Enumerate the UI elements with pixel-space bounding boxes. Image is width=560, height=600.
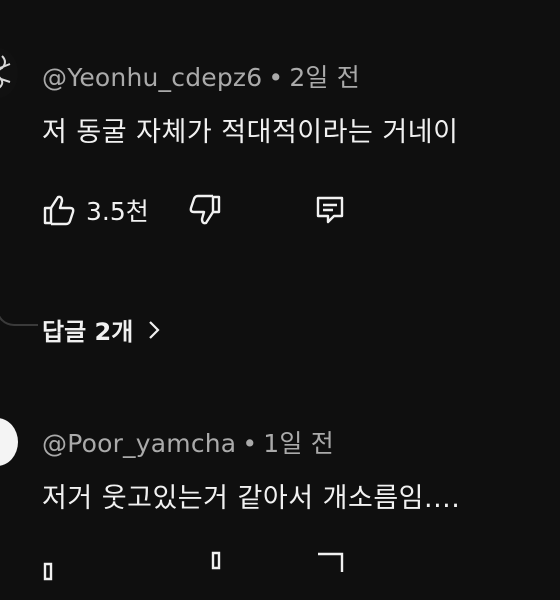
comment-actions-2 bbox=[0, 550, 560, 600]
dislike-button[interactable] bbox=[188, 550, 222, 582]
comment-meta-2: @Poor_yamcha • 1일 전 bbox=[42, 424, 334, 460]
dislike-icon bbox=[211, 551, 221, 570]
avatar-2[interactable] bbox=[0, 418, 18, 466]
like-button[interactable] bbox=[42, 550, 76, 582]
like-icon bbox=[43, 562, 53, 581]
reply-icon bbox=[318, 552, 344, 572]
comment-time: 1일 전 bbox=[263, 429, 334, 458]
author-name[interactable]: @Poor_yamcha bbox=[42, 429, 236, 458]
separator-dot: • bbox=[242, 429, 258, 458]
reply-button[interactable] bbox=[314, 550, 346, 582]
comment-text: 저거 웃고있는거 같아서 개소름임.... bbox=[42, 483, 461, 514]
comment-2: @Poor_yamcha • 1일 전 저거 웃고있는거 같아서 개소름임.... bbox=[0, 0, 560, 581]
